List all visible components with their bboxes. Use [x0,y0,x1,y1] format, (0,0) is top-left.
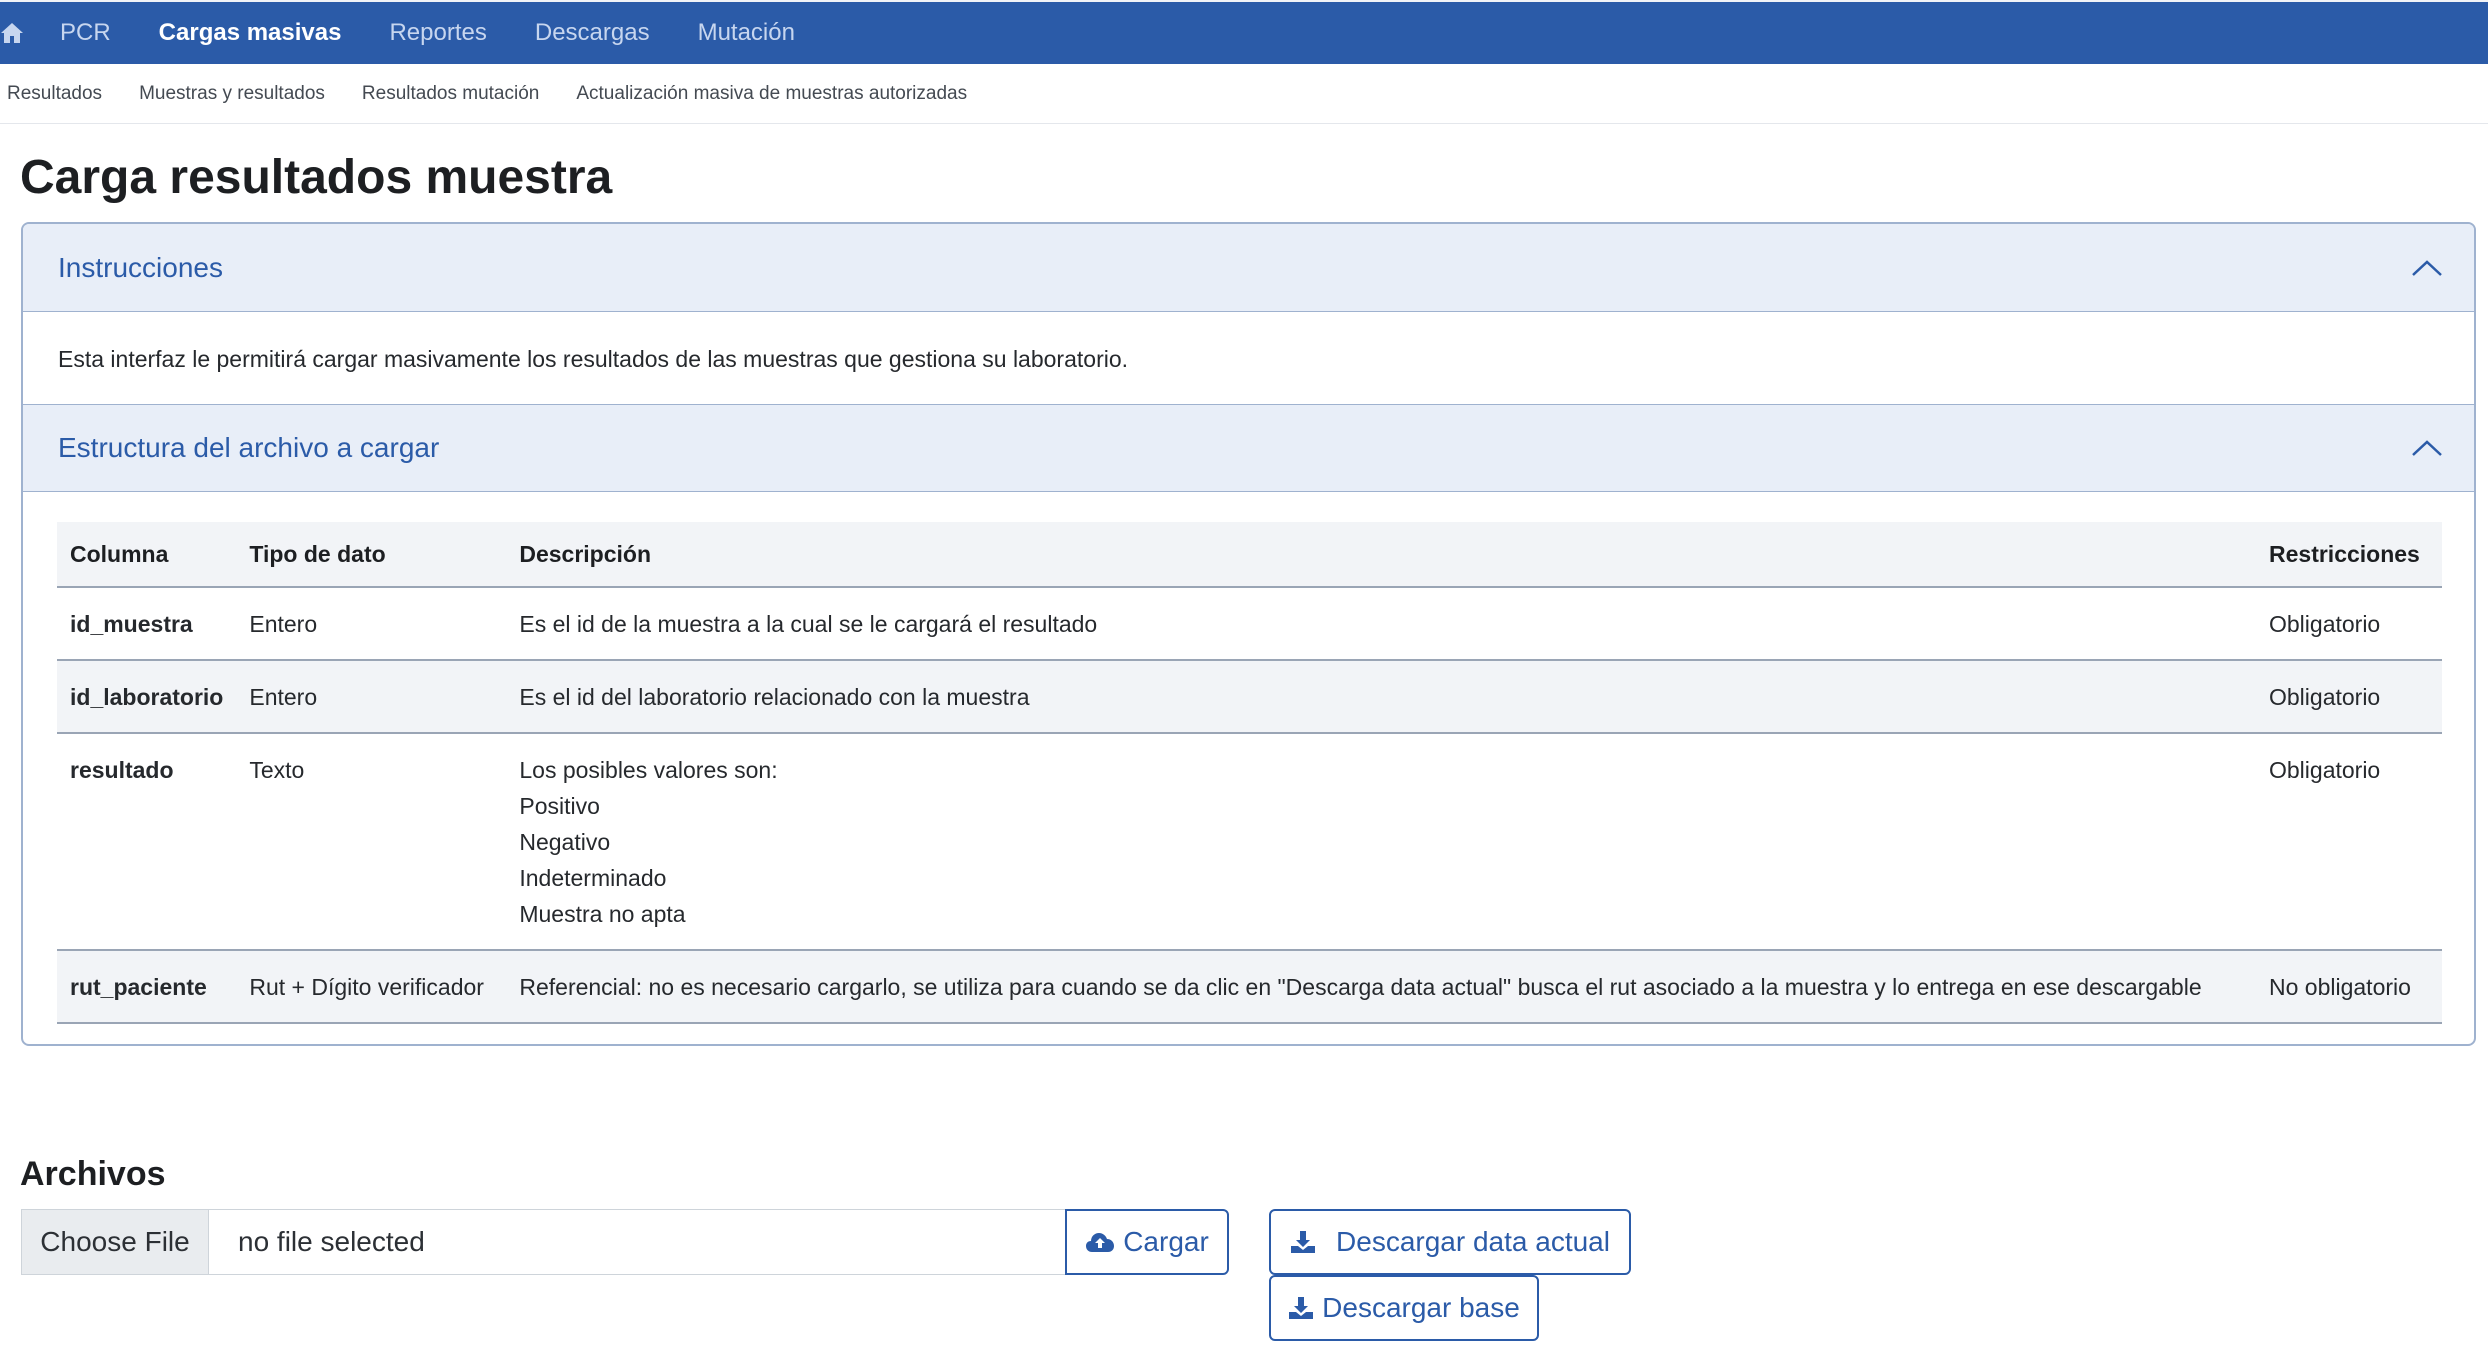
cell-type: Rut + Dígito verificador [236,950,507,1024]
download-icon [1291,1231,1316,1253]
description-line: Negativo [519,829,611,855]
structure-table: Columna Tipo de dato Descripción Restric… [57,522,2442,1024]
cell-type: Entero [236,660,507,734]
download-base-button[interactable]: Descargar base [1269,1275,1539,1341]
subnav-resultados[interactable]: Resultados [7,83,102,105]
cell-restriction: Obligatorio [2256,733,2442,951]
accordion-header-instrucciones[interactable]: Instrucciones [23,224,2474,312]
cell-type: Texto [236,733,507,951]
cell-restriction: Obligatorio [2256,660,2442,734]
nav-descargas[interactable]: Descargas [535,19,650,47]
description-line: Indeterminado [519,865,667,891]
table-row: id_laboratorio Entero Es el id del labor… [57,660,2442,734]
choose-file-button[interactable]: Choose File [22,1210,209,1274]
download-icon [1289,1297,1314,1319]
subnav-resultados-mutacion[interactable]: Resultados mutación [362,83,539,105]
header-restricciones: Restricciones [2256,522,2442,588]
cell-column: resultado [57,733,237,951]
upload-button[interactable]: Cargar [1065,1209,1229,1275]
instructions-text: Esta interfaz le permitirá cargar masiva… [58,346,1129,372]
accordion-title-instrucciones: Instrucciones [58,251,223,283]
top-navbar: PCR Cargas masivas Reportes Descargas Mu… [0,0,2488,64]
home-icon[interactable] [0,18,30,48]
accordion-title-estructura: Estructura del archivo a cargar [58,432,440,463]
cell-type: Entero [236,587,507,661]
download-current-label: Descargar data actual [1336,1226,1610,1257]
cell-column: rut_paciente [57,950,237,1024]
cell-column: id_muestra [57,587,237,661]
file-status: no file selected [238,1226,425,1257]
upload-button-label: Cargar [1123,1226,1209,1257]
table-row: rut_paciente Rut + Dígito verificador Re… [57,950,2442,1024]
nav-mutacion[interactable]: Mutación [698,19,795,47]
description-line: Muestra no apta [519,901,686,927]
cell-description: Referencial: no es necesario cargarlo, s… [506,950,2256,1024]
download-base-label: Descargar base [1322,1292,1520,1323]
file-input[interactable]: Choose File no file selected [21,1209,1066,1275]
nav-reportes[interactable]: Reportes [389,19,486,47]
description-line: Positivo [519,793,600,819]
chevron-up-icon [2412,440,2442,456]
description-line: Los posibles valores son: [519,757,778,783]
download-current-button[interactable]: Descargar data actual [1269,1209,1631,1275]
table-row: id_muestra Entero Es el id de la muestra… [57,587,2442,661]
cell-description: Los posibles valores son: Positivo Negat… [506,733,2256,951]
page-title: Carga resultados muestra [20,151,613,204]
nav-cargas-masivas[interactable]: Cargas masivas [159,19,342,47]
header-columna: Columna [57,522,237,588]
cell-restriction: Obligatorio [2256,587,2442,661]
nav-pcr[interactable]: PCR [60,19,111,47]
accordion-card: Instrucciones Esta interfaz le permitirá… [21,222,2476,1046]
cell-column: id_laboratorio [57,660,237,734]
chevron-up-icon [2412,259,2442,276]
accordion-header-estructura[interactable]: Estructura del archivo a cargar [23,404,2474,492]
sub-navbar: Resultados Muestras y resultados Resulta… [0,64,2488,124]
header-tipo-dato: Tipo de dato [236,522,507,588]
table-header-row: Columna Tipo de dato Descripción Restric… [57,522,2442,588]
files-section-title: Archivos [20,1155,166,1193]
cell-description: Es el id del laboratorio relacionado con… [506,660,2256,734]
subnav-actualizacion-masiva[interactable]: Actualización masiva de muestras autoriz… [576,83,967,105]
cell-restriction: No obligatorio [2256,950,2442,1024]
cell-description: Es el id de la muestra a la cual se le c… [506,587,2256,661]
cloud-upload-icon [1086,1233,1115,1252]
table-row: resultado Texto Los posibles valores son… [57,733,2442,951]
subnav-muestras-resultados[interactable]: Muestras y resultados [139,83,325,105]
header-descripcion: Descripción [506,522,2256,588]
